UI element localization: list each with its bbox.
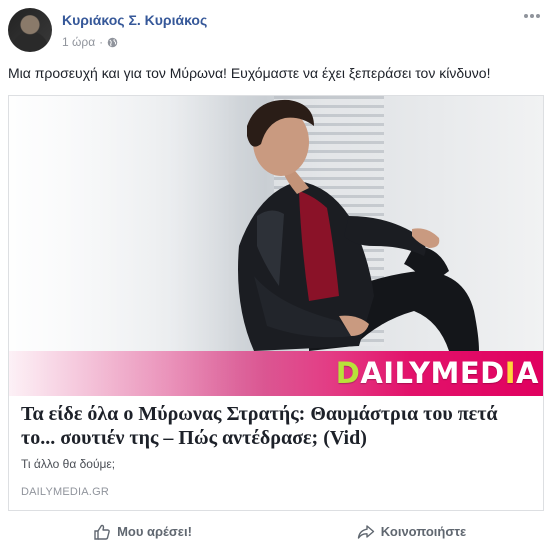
link-preview-card[interactable]: DAILYMEDIA Τα είδε όλα ο Μύρωνας Στρατής… (8, 95, 544, 511)
meta-separator: · (99, 35, 104, 49)
share-label: Κοινοποιήστε (380, 524, 467, 539)
post-time[interactable]: 1 ώρα (62, 35, 95, 49)
link-title[interactable]: Τα είδε όλα ο Μύρωνας Στρατής: Θαυμάστρι… (21, 402, 533, 450)
author-name[interactable]: Κυριάκος Σ. Κυριάκος (62, 12, 207, 28)
post-actions: Μου αρέσει! Κοινοποιήστε (8, 516, 546, 547)
post-status-text: Μια προσευχή και για τον Μύρωνα! Ευχόμασ… (8, 65, 491, 81)
logo-letter-i: I (504, 356, 517, 390)
logo-letter-a: A (516, 356, 539, 390)
more-options-icon[interactable] (524, 12, 540, 20)
share-button[interactable]: Κοινοποιήστε (277, 523, 546, 541)
like-label: Μου αρέσει! (117, 524, 192, 539)
link-domain: DAILYMEDIA.GR (21, 486, 109, 498)
facebook-post: Κυριάκος Σ. Κυριάκος 1 ώρα · Μια προσευχ… (0, 0, 554, 547)
share-arrow-icon (357, 524, 374, 539)
link-preview-body[interactable]: Τα είδε όλα ο Μύρωνας Στρατής: Θαυμάστρι… (21, 402, 533, 498)
dailymedia-logo: DAILYMEDIA (336, 355, 539, 391)
link-preview-image[interactable]: DAILYMEDIA (9, 96, 543, 396)
more-dot (536, 14, 540, 18)
author-avatar[interactable] (8, 8, 52, 52)
link-description: Τι άλλο θα δούμε; (21, 457, 116, 471)
post-meta: 1 ώρα · (62, 35, 118, 49)
like-button[interactable]: Μου αρέσει! (8, 523, 277, 541)
more-dot (524, 14, 528, 18)
logo-letter-d: D (335, 356, 361, 390)
logo-text: AILYMED (360, 356, 505, 390)
more-dot (530, 14, 534, 18)
post-header: Κυριάκος Σ. Κυριάκος 1 ώρα · (8, 8, 546, 54)
thumbs-up-icon (94, 524, 110, 540)
globe-icon[interactable] (107, 37, 118, 48)
